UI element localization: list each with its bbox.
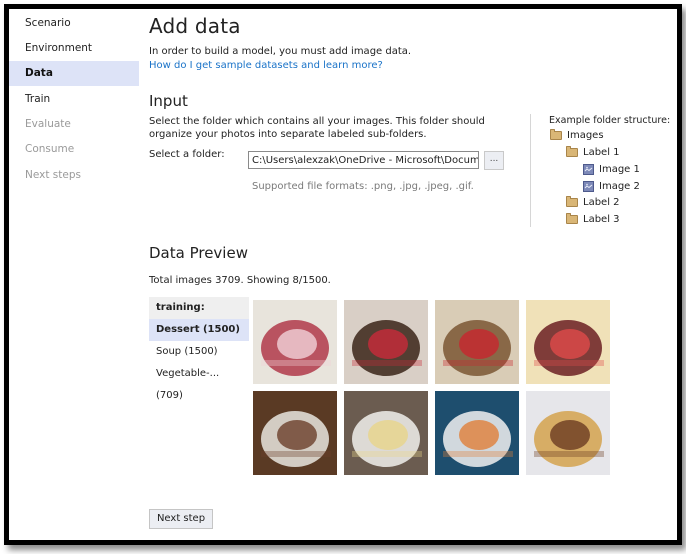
thumbnail-layered-cake[interactable] — [253, 300, 337, 384]
sidebar-item-consume: Consume — [25, 143, 75, 155]
sidebar-nav: Scenario Environment Data Train Evaluate… — [9, 9, 139, 540]
folder-icon — [566, 212, 578, 224]
image-icon — [583, 163, 594, 175]
folder-icon — [566, 195, 578, 207]
page-title: Add data — [149, 14, 241, 38]
section-divider — [530, 114, 531, 227]
tree-item-images: Images — [550, 128, 604, 142]
data-preview-heading: Data Preview — [149, 244, 248, 262]
next-step-button[interactable]: Next step — [149, 509, 213, 529]
group-header-training: training: — [149, 297, 249, 319]
folder-path-input[interactable]: C:\Users\alexzak\OneDrive - Microsoft\Do… — [248, 151, 479, 169]
input-description: Select the folder which contains all you… — [149, 116, 485, 140]
tree-item-label-1: Label 1 — [566, 145, 620, 159]
tree-item-label: Image 2 — [599, 180, 640, 192]
supported-formats-text: Supported file formats: .png, .jpg, .jpe… — [252, 181, 474, 192]
folder-label: Select a folder: — [149, 149, 225, 160]
thumbnail-tiramisu-on-plate[interactable] — [253, 391, 337, 475]
sidebar-item-evaluate: Evaluate — [25, 118, 71, 130]
thumbnail-red-velvet-cake[interactable] — [526, 300, 610, 384]
image-icon — [583, 180, 594, 192]
page-description: In order to build a model, you must add … — [149, 46, 412, 57]
input-heading: Input — [149, 92, 188, 110]
image-count-text: Total images 3709. Showing 8/1500. — [149, 275, 331, 286]
sidebar-item-train[interactable]: Train — [9, 87, 139, 112]
browse-button[interactable]: ... — [484, 151, 504, 170]
class-item-dessert[interactable]: Dessert (1500) — [149, 319, 249, 341]
tree-item-label: Image 1 — [599, 163, 640, 175]
tree-item-label: Label 2 — [583, 196, 620, 208]
sidebar-item-environment[interactable]: Environment — [9, 36, 139, 61]
tree-item-label: Label 1 — [583, 146, 620, 158]
thumbnail-waffle-strawberries[interactable] — [526, 391, 610, 475]
class-list: training: Dessert (1500) Soup (1500) Veg… — [149, 297, 249, 401]
example-structure-title: Example folder structure: — [549, 115, 671, 126]
help-link[interactable]: How do I get sample datasets and learn m… — [149, 60, 383, 71]
tree-item-label-3: Label 3 — [566, 212, 620, 226]
tree-item-label: Label 3 — [583, 213, 620, 225]
app-window: Scenario Environment Data Train Evaluate… — [4, 4, 682, 545]
tree-item-label: Images — [567, 129, 604, 141]
folder-icon — [566, 145, 578, 157]
class-item-vegetable[interactable]: Vegetable-... (709) — [149, 363, 249, 401]
sidebar-item-scenario[interactable]: Scenario — [9, 11, 139, 36]
thumbnail-tiramisu-slice[interactable] — [435, 300, 519, 384]
tree-item-image-2: Image 2 — [583, 179, 640, 193]
sidebar-item-next-steps: Next steps — [25, 169, 81, 181]
thumbnail-dessert-plate-chocolate[interactable] — [344, 300, 428, 384]
tree-item-image-1: Image 1 — [583, 162, 640, 176]
thumbnail-cheesecake-slice[interactable] — [344, 391, 428, 475]
class-item-soup[interactable]: Soup (1500) — [149, 341, 249, 363]
folder-icon — [550, 128, 562, 140]
sidebar-item-data[interactable]: Data — [9, 61, 139, 86]
thumbnail-macarons-box[interactable] — [435, 391, 519, 475]
tree-item-label-2: Label 2 — [566, 195, 620, 209]
